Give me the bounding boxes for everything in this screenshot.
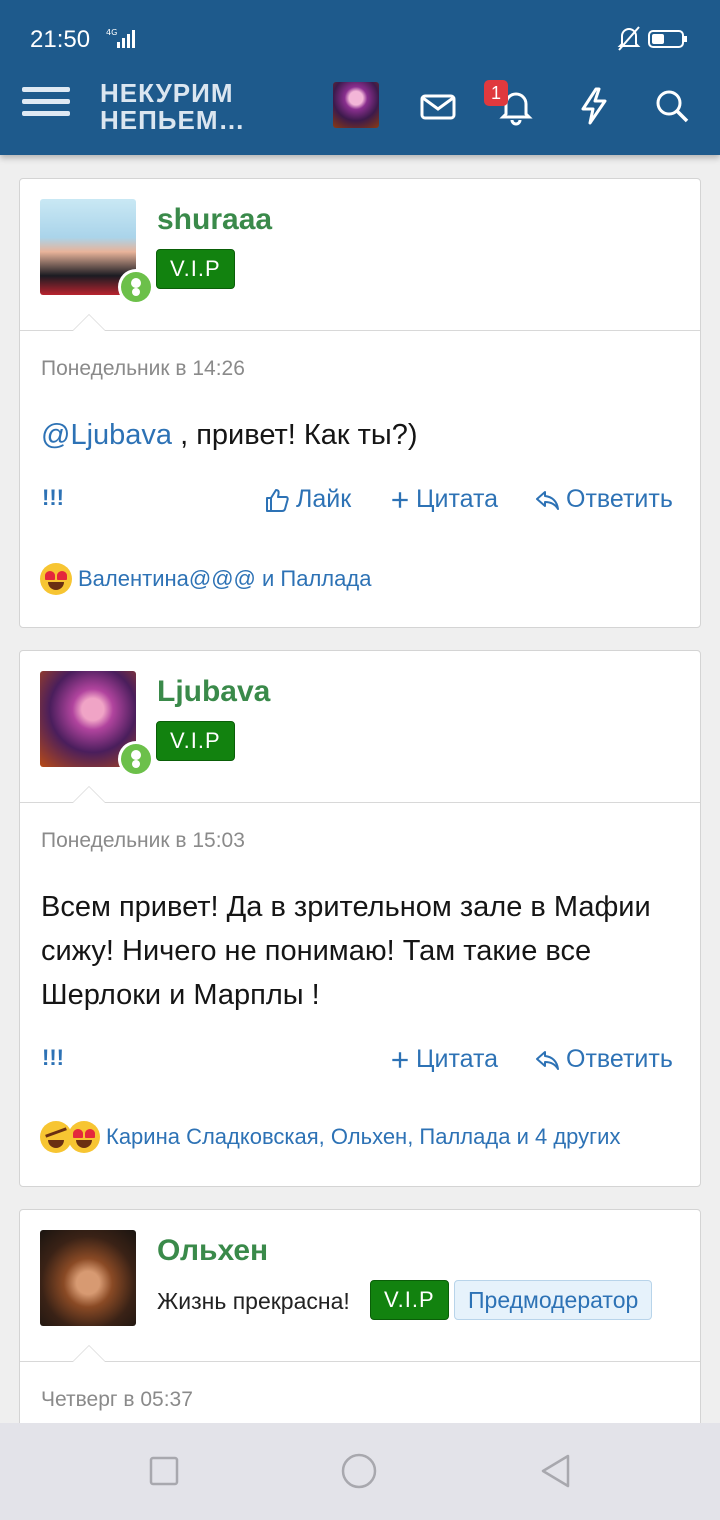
like-button[interactable]: Лайк: [264, 485, 351, 514]
post-header: Ljubava V.I.P: [20, 651, 700, 803]
status-bar: 21:50 4G: [0, 0, 720, 72]
logo-line-1: НЕКУРИМ: [100, 78, 234, 108]
system-nav-bar: [0, 1423, 720, 1520]
reaction-names[interactable]: Карина Сладковская, Ольхен, Паллада и 4 …: [106, 1124, 620, 1150]
post-card: Ольхен Жизнь прекрасна! V.I.P Предмодера…: [19, 1209, 701, 1449]
post-date[interactable]: Четверг в 05:37: [41, 1388, 193, 1412]
mention-link[interactable]: @Ljubava: [41, 419, 172, 451]
thumbs-up-icon: [266, 488, 289, 512]
heart-eyes-emoji-icon: [40, 563, 72, 595]
reaction-names[interactable]: Валентина@@@ и Паллада: [78, 566, 371, 592]
reply-label: Ответить: [566, 485, 673, 513]
vip-badge: V.I.P: [156, 249, 235, 289]
site-logo[interactable]: НЕКУРИМ НЕПЬЕМ…: [100, 80, 270, 134]
quote-label: Цитата: [416, 1045, 499, 1073]
vip-badge: V.I.P: [156, 721, 235, 761]
app-header: 21:50 4G НЕКУРИМ НЕПЬЕМ… 1: [0, 0, 720, 155]
reply-label: Ответить: [566, 1045, 673, 1073]
quote-label: Цитата: [416, 485, 499, 513]
user-title: Жизнь прекрасна!: [157, 1288, 350, 1314]
author-name[interactable]: shuraaa: [157, 203, 272, 237]
post-header: Ольхен Жизнь прекрасна! V.I.P Предмодера…: [20, 1210, 700, 1362]
author-avatar[interactable]: [40, 1230, 136, 1326]
signal-icon: 4G: [106, 28, 135, 48]
post-card: Ljubava V.I.P Понедельник в 15:03 Всем п…: [19, 650, 701, 1187]
svg-text:4G: 4G: [106, 28, 117, 37]
post-header: shuraaa V.I.P: [20, 179, 700, 331]
reply-button[interactable]: Ответить: [534, 485, 673, 514]
author-name[interactable]: Ольхен: [157, 1234, 268, 1268]
online-status-icon: [118, 269, 154, 305]
post-actions: !!! Лайк Цитата Ответить: [20, 481, 702, 521]
home-icon[interactable]: [341, 1453, 377, 1489]
back-icon[interactable]: [538, 1453, 574, 1489]
recent-apps-icon[interactable]: [146, 1453, 182, 1489]
battery-icon: [648, 30, 687, 48]
author-name[interactable]: Ljubava: [157, 675, 270, 709]
report-marker[interactable]: !!!: [42, 485, 64, 511]
post-message: Всем привет! Да в зрительном зале в Мафи…: [41, 891, 651, 1011]
logo-line-2: НЕПЬЕМ…: [100, 105, 246, 135]
post-message: @Ljubava , привет! Как ты?): [41, 413, 681, 457]
role-badge: Предмодератор: [454, 1280, 653, 1320]
notification-badge: 1: [484, 80, 508, 106]
online-status-icon: [118, 741, 154, 777]
plus-icon: [392, 1051, 408, 1068]
quote-button[interactable]: Цитата: [390, 1045, 498, 1074]
reply-icon: [536, 1050, 559, 1070]
heart-eyes-emoji-icon: [68, 1121, 100, 1153]
post-actions: !!! Цитата Ответить: [20, 1041, 702, 1081]
quote-button[interactable]: Цитата: [390, 485, 498, 514]
report-marker[interactable]: !!!: [42, 1045, 64, 1071]
reactions-summary[interactable]: Валентина@@@ и Паллада: [40, 561, 371, 597]
reply-icon: [536, 490, 559, 510]
vip-badge: V.I.P: [370, 1280, 449, 1320]
search-icon[interactable]: [652, 86, 692, 126]
menu-icon[interactable]: [22, 82, 70, 128]
mute-bell-icon: [617, 26, 641, 51]
user-avatar[interactable]: [333, 82, 379, 128]
plus-icon: [392, 491, 408, 508]
clock: 21:50: [30, 26, 91, 53]
reactions-summary[interactable]: Карина Сладковская, Ольхен, Паллада и 4 …: [40, 1119, 620, 1155]
post-date[interactable]: Понедельник в 14:26: [41, 357, 245, 381]
mail-icon[interactable]: [418, 86, 458, 126]
nav-bar: НЕКУРИМ НЕПЬЕМ… 1: [0, 72, 720, 155]
like-label: Лайк: [296, 485, 352, 513]
lightning-icon[interactable]: [574, 86, 614, 126]
post-date[interactable]: Понедельник в 15:03: [41, 829, 245, 853]
reply-button[interactable]: Ответить: [534, 1045, 673, 1074]
post-card: shuraaa V.I.P Понедельник в 14:26 @Ljuba…: [19, 178, 701, 628]
message-text: , привет! Как ты?): [172, 419, 418, 451]
